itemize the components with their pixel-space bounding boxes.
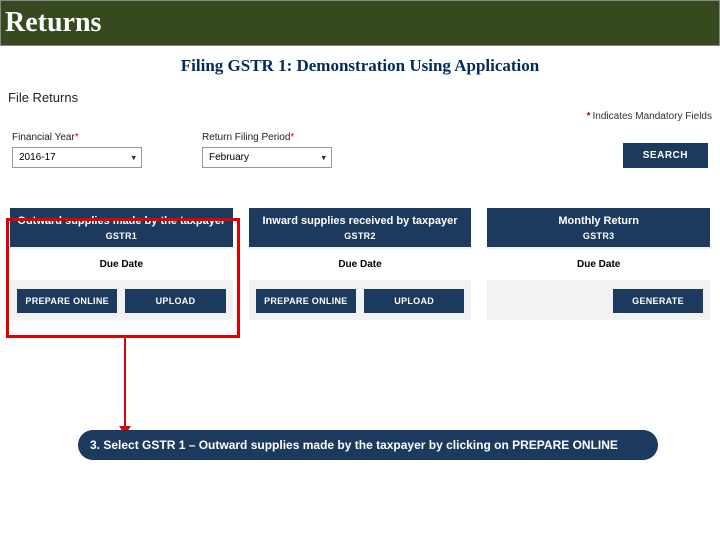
card-code: GSTR3 [493,231,704,241]
instruction-callout: 3. Select GSTR 1 – Outward supplies made… [78,430,658,460]
subtitle: Filing GSTR 1: Demonstration Using Appli… [0,56,720,76]
card-actions: PREPARE ONLINE UPLOAD [10,282,233,320]
callout-wrap: 3. Select GSTR 1 – Outward supplies made… [78,430,658,460]
return-period-select[interactable]: February [202,147,332,168]
page-title: File Returns [8,90,712,105]
card-actions: GENERATE [487,282,710,320]
filter-row: Financial Year* 2016-17 Return Filing Pe… [8,132,712,178]
card-head: Outward supplies made by the taxpayer GS… [10,208,233,247]
cards-row: Outward supplies made by the taxpayer GS… [8,208,712,320]
financial-year-select-wrap: 2016-17 [12,147,142,168]
return-period-label: Return Filing Period* [202,132,332,143]
generate-button[interactable]: GENERATE [613,289,703,313]
annotation-arrow-line [124,338,126,432]
card-gstr1: Outward supplies made by the taxpayer GS… [10,208,233,320]
card-code: GSTR1 [16,231,227,241]
due-date-label: Due Date [249,249,472,280]
page-header-banner: Returns [0,0,720,46]
card-head: Inward supplies received by taxpayer GST… [249,208,472,247]
card-title: Outward supplies made by the taxpayer [16,215,227,228]
app-body: File Returns *Indicates Mandatory Fields… [0,90,720,320]
return-period-group: Return Filing Period* February [202,132,332,168]
upload-button[interactable]: UPLOAD [125,289,225,313]
card-actions: PREPARE ONLINE UPLOAD [249,282,472,320]
due-date-label: Due Date [10,249,233,280]
card-code: GSTR2 [255,231,466,241]
mandatory-text: Indicates Mandatory Fields [592,111,712,122]
upload-button[interactable]: UPLOAD [364,289,464,313]
card-title: Inward supplies received by taxpayer [255,215,466,228]
financial-year-group: Financial Year* 2016-17 [12,132,142,168]
card-gstr2: Inward supplies received by taxpayer GST… [249,208,472,320]
mandatory-note: *Indicates Mandatory Fields [8,111,712,122]
financial-year-label: Financial Year* [12,132,142,143]
card-title: Monthly Return [493,215,704,228]
financial-year-select[interactable]: 2016-17 [12,147,142,168]
asterisk-icon: * [587,111,591,122]
search-button[interactable]: SEARCH [623,143,708,168]
card-head: Monthly Return GSTR3 [487,208,710,247]
card-gstr3: Monthly Return GSTR3 Due Date GENERATE [487,208,710,320]
due-date-label: Due Date [487,249,710,280]
prepare-online-button[interactable]: PREPARE ONLINE [17,289,117,313]
prepare-online-button[interactable]: PREPARE ONLINE [256,289,356,313]
return-period-select-wrap: February [202,147,332,168]
